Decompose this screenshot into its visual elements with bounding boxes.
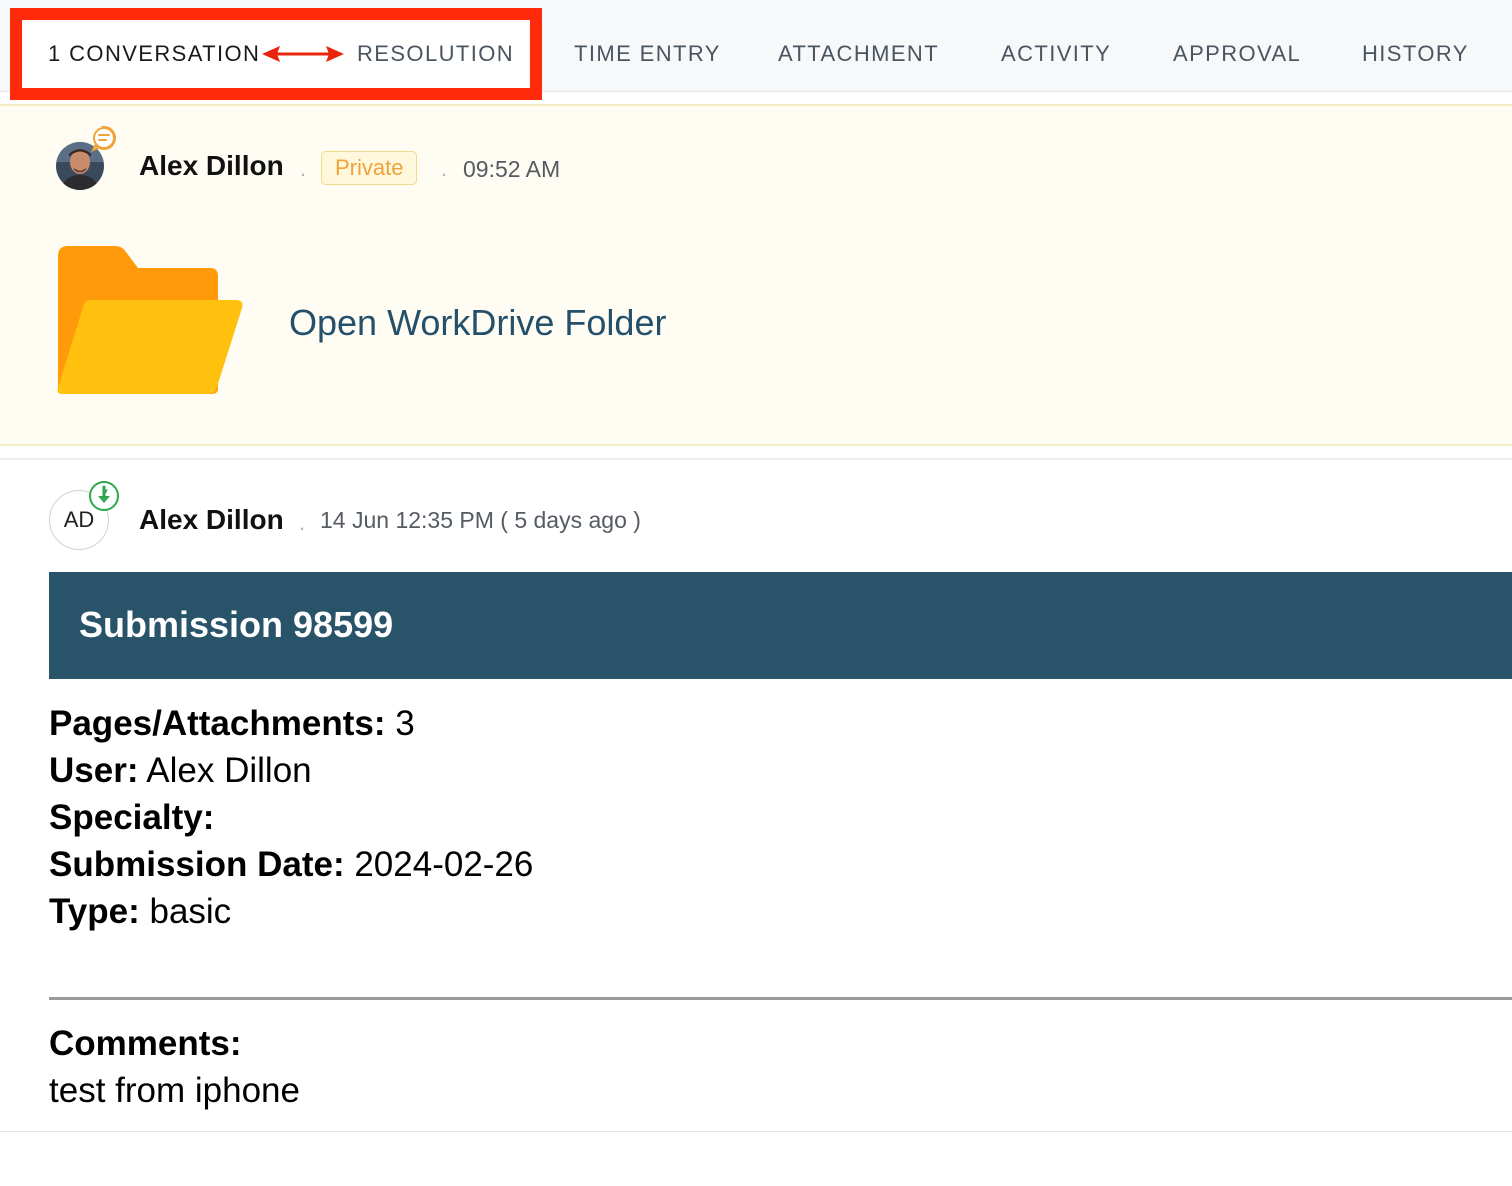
email-timestamp: 14 Jun 12:35 PM ( 5 days ago ): [320, 507, 641, 533]
chat-bubble-icon: [90, 125, 116, 152]
tab-resolution[interactable]: RESOLUTION: [357, 40, 514, 68]
field-value: basic: [139, 892, 232, 931]
comments-label: Comments:: [49, 1024, 242, 1063]
field-value: 3: [385, 704, 415, 743]
tab-conversation[interactable]: 1 CONVERSATION: [48, 40, 260, 68]
private-badge: Private: [321, 151, 418, 185]
field-submission-date: Submission Date: 2024-02-26: [49, 841, 533, 888]
separator-dot: .: [300, 156, 307, 181]
field-label: Specialty:: [49, 798, 215, 837]
field-specialty: Specialty:: [49, 794, 533, 841]
email-author-name[interactable]: Alex Dillon: [139, 504, 284, 536]
field-type: Type: basic: [49, 888, 533, 935]
thread-divider: [0, 458, 1512, 460]
field-label: User:: [49, 751, 139, 790]
open-workdrive-folder-link[interactable]: Open WorkDrive Folder: [289, 302, 666, 344]
double-headed-arrow: [262, 46, 344, 62]
field-label: Submission Date:: [49, 845, 345, 884]
tab-activity[interactable]: ACTIVITY: [1001, 40, 1111, 68]
field-label: Type:: [49, 892, 140, 931]
field-pages-attachments: Pages/Attachments: 3: [49, 700, 533, 747]
separator-dot: .: [441, 156, 448, 181]
tab-approval[interactable]: APPROVAL: [1173, 40, 1301, 68]
folder-icon[interactable]: [54, 244, 244, 396]
note-author-name[interactable]: Alex Dillon: [139, 150, 284, 182]
comments-text: test from iphone: [49, 1071, 300, 1110]
submission-fields: Pages/Attachments: 3 User: Alex Dillon S…: [49, 700, 533, 935]
banner-title: Submission 98599: [79, 604, 394, 645]
tab-time-entry[interactable]: TIME ENTRY: [574, 40, 721, 68]
thread-bottom-divider: [0, 1131, 1512, 1132]
tab-history[interactable]: HISTORY: [1362, 40, 1469, 68]
field-user: User: Alex Dillon: [49, 747, 533, 794]
note-timestamp: 09:52 AM: [463, 156, 561, 182]
email-divider: [49, 997, 1512, 1000]
email-banner: Submission 98599: [49, 572, 1512, 679]
tab-attachment[interactable]: ATTACHMENT: [778, 40, 939, 68]
comments-section: Comments: test from iphone: [49, 1020, 300, 1114]
separator-dot: .: [299, 510, 306, 535]
field-value: Alex Dillon: [138, 751, 312, 790]
field-label: Pages/Attachments:: [49, 704, 386, 743]
field-value: 2024-02-26: [344, 845, 534, 884]
tab-bar: 1 CONVERSATION RESOLUTION TIME ENTRY ATT…: [0, 0, 1512, 92]
email-channel-icon: [89, 481, 119, 511]
